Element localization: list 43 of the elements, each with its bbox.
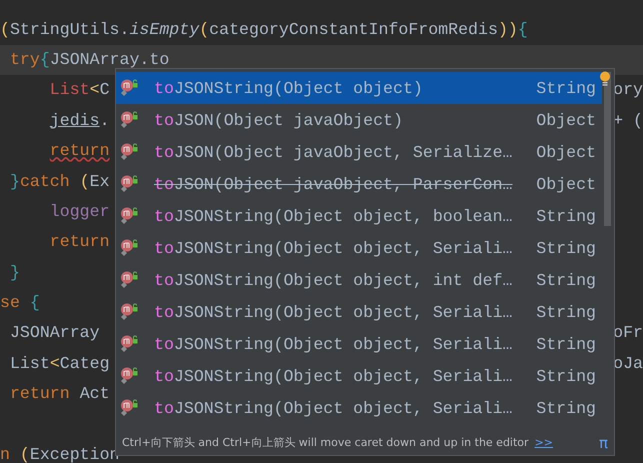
hint-link[interactable]: >>: [534, 436, 553, 449]
method-icon: [120, 303, 138, 321]
completion-item[interactable]: toJSON(Object javaObject, Serialize… Object: [116, 136, 602, 168]
completion-item[interactable]: toJSONString(Object object) String: [116, 72, 602, 104]
completion-item[interactable]: toJSONString(Object object, Seriali… String: [116, 296, 602, 328]
code-line: }: [8, 262, 20, 284]
completion-item[interactable]: toJSONString(Object object, Seriali… String: [116, 360, 602, 392]
code-fragment: oJa: [613, 352, 643, 375]
hint-text: Ctrl+向下箭头 and Ctrl+向上箭头 will move caret down and up in the editor: [122, 435, 529, 450]
method-icon: [120, 111, 138, 129]
code-line: List<Categ: [8, 352, 110, 375]
scrollbar[interactable]: [604, 72, 611, 226]
method-icon: [120, 239, 138, 257]
code-line: List<C: [48, 79, 110, 102]
code-line: JSONArray: [8, 322, 100, 344]
code-line: se {: [0, 292, 40, 314]
code-line: try{JSONArray.to: [8, 48, 170, 71]
code-line: (StringUtils.isEmpty(categoryConstantInfoFromRedis)){: [0, 18, 528, 41]
completion-item[interactable]: toJSONString(Object object, int def… String: [116, 264, 602, 296]
pi-button[interactable]: π: [598, 434, 608, 452]
completion-item[interactable]: toJSONString(Object object, Seriali… String: [116, 328, 602, 360]
code-line: jedis.: [48, 110, 110, 132]
method-icon: [120, 271, 138, 289]
code-line: logger: [48, 200, 110, 223]
completion-item[interactable]: toJSONString(Object object, Seriali… String: [116, 232, 602, 264]
code-line: return Act: [8, 383, 110, 406]
method-icon: [120, 335, 138, 353]
method-icon: [120, 207, 138, 225]
method-icon: [120, 399, 138, 417]
completion-item[interactable]: toJSON(Object javaObject) Object: [116, 104, 602, 136]
method-icon: [120, 143, 138, 161]
code-line: }catch (Ex: [8, 170, 110, 193]
code-fragment: ory: [613, 79, 643, 102]
code-line: return: [48, 231, 110, 254]
code-line: n (Exception: [0, 444, 120, 463]
lightbulb-icon[interactable]: [600, 71, 610, 87]
code-fragment: oFr: [613, 322, 643, 344]
code-line: return: [48, 140, 110, 162]
completion-item[interactable]: toJSONString(Object object, boolean… String: [116, 200, 602, 232]
method-icon: [120, 175, 138, 193]
completion-item[interactable]: toJSONString(Object object, Seriali… String: [116, 392, 602, 424]
method-icon: [120, 367, 138, 385]
method-icon: [120, 79, 138, 97]
